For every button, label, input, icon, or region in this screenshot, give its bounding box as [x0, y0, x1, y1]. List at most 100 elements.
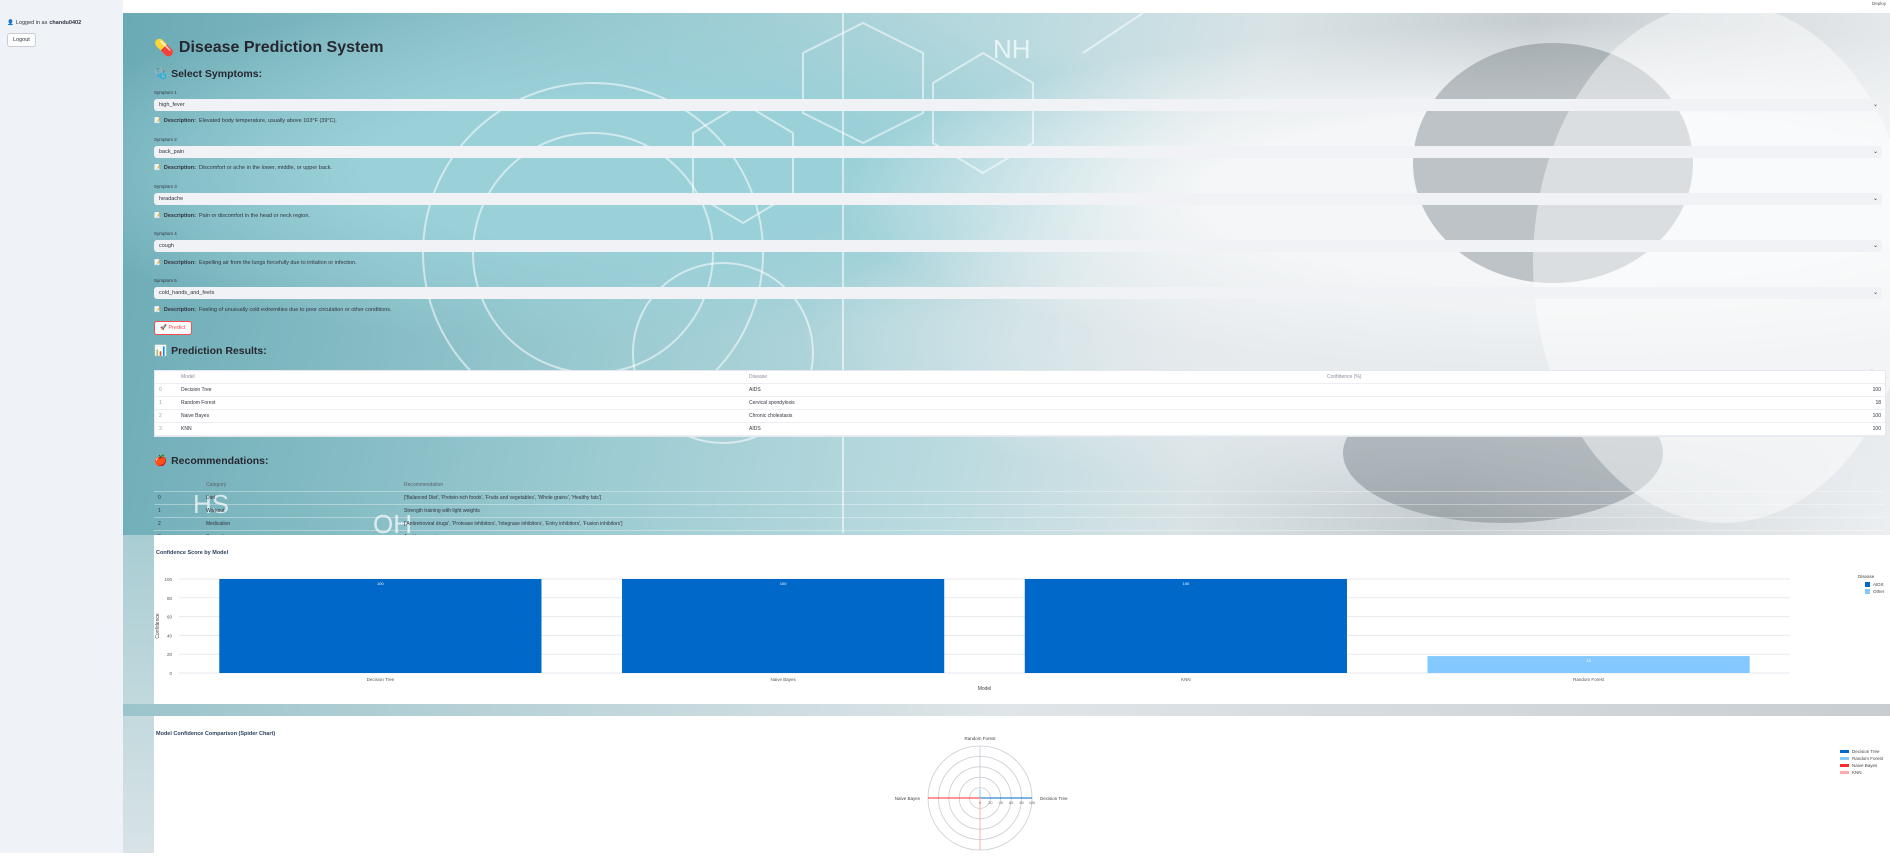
recommendations-heading-text: Recommendations:	[171, 454, 269, 467]
y-axis-label: Confidence	[155, 613, 161, 639]
results-table: Model Disease Confidence (%) 0 Decision …	[154, 370, 1886, 437]
x-tick-label: Decision Tree	[367, 677, 395, 682]
table-row[interactable]: 1 Random Forest Cervical spondylosis 18	[155, 396, 1885, 410]
spider-chart-title: Model Confidence Comparison (Spider Char…	[156, 731, 276, 737]
description-label: Description:	[163, 165, 196, 171]
bar-data-label: 100	[780, 581, 787, 586]
login-status: 👤 Logged in as chandu0402	[7, 20, 116, 26]
memo-icon: 📝	[154, 213, 161, 219]
symptom-4-select[interactable]: cough ⌄	[154, 240, 1882, 252]
symptom-5-description: 📝 Description: Feeling of unusually cold…	[154, 307, 392, 313]
table-row[interactable]: 2 Naive Bayes Chronic cholestasis 100	[155, 409, 1885, 423]
page-title: 💊 Disease Prediction System	[154, 38, 383, 58]
user-icon: 👤	[7, 20, 14, 26]
bar-chart-panel: Confidence Score by Model 0 20 40 60 80 100 Co…	[154, 535, 1890, 704]
spider-chart[interactable]: Random Forest Decision Tree KNN Naive Bayes…	[154, 716, 1890, 858]
cell-confidence: 100	[1323, 409, 1885, 423]
legend-swatch	[1840, 757, 1849, 760]
cell-disease: AIDS	[745, 422, 1323, 436]
predict-button[interactable]: 🚀 Predict	[154, 321, 192, 335]
bar-chart-title: Confidence Score by Model	[156, 550, 229, 556]
login-prefix: Logged in as	[15, 20, 48, 26]
column-header-confidence[interactable]: Confidence (%)	[1323, 371, 1885, 384]
radial-tick-label: 40	[999, 801, 1003, 805]
description-text: Expelling air from the lungs forcefully …	[198, 260, 357, 266]
page-title-text: Disease Prediction System	[178, 39, 384, 56]
symptom-5-select[interactable]: cold_hands_and_feets ⌄	[154, 287, 1882, 299]
row-index: 0	[155, 383, 177, 397]
column-header-recommendation: Recommendation	[400, 479, 1884, 492]
cell-recommendation: ['Balanced Diet', 'Protein-rich foods', …	[400, 491, 1884, 505]
symptom-1-label: Symptom 1	[154, 90, 177, 95]
results-heading: 📊 Prediction Results:	[154, 344, 267, 358]
legend-swatch	[1840, 764, 1849, 767]
axis-label: Decision Tree	[1040, 796, 1068, 801]
top-bar: Deploy	[123, 0, 1890, 13]
symptom-4-label: Symptom 4	[154, 231, 177, 236]
description-label: Description:	[163, 307, 196, 313]
cell-category: Diet	[202, 491, 400, 505]
symptom-1-select[interactable]: high_fever ⌄	[154, 99, 1882, 111]
cell-model: Decision Tree	[177, 383, 745, 397]
cell-confidence: 100	[1323, 383, 1885, 397]
cell-model: Naive Bayes	[177, 409, 745, 423]
column-header-disease[interactable]: Disease	[745, 371, 1323, 384]
y-tick-label: 60	[167, 615, 173, 620]
symptom-3-select[interactable]: headache ⌄	[154, 193, 1882, 205]
symptom-1-description: 📝 Description: Elevated body temperature…	[154, 118, 337, 124]
radial-tick-label: 60	[1009, 801, 1013, 805]
symptom-4-value: cough	[159, 243, 174, 249]
table-header-row: Model Disease Confidence (%)	[155, 371, 1885, 384]
table-row[interactable]: 3 KNN AIDS 100	[155, 422, 1885, 436]
memo-icon: 📝	[154, 165, 161, 171]
memo-icon: 📝	[154, 118, 161, 124]
index-header	[155, 371, 177, 384]
y-tick-label: 100	[164, 577, 172, 582]
chevron-down-icon: ⌄	[1872, 290, 1878, 296]
logout-button[interactable]: Logout	[7, 33, 36, 47]
background-image: NH HS OH	[123, 13, 1890, 535]
sidebar: 👤 Logged in as chandu0402 Logout	[0, 0, 123, 853]
cell-confidence: 18	[1323, 396, 1885, 410]
cell-model: Random Forest	[177, 396, 745, 410]
symptom-1-value: high_fever	[159, 102, 185, 108]
symptom-2-select[interactable]: back_pain ⌄	[154, 146, 1882, 158]
x-tick-label: Random Forest	[1573, 677, 1605, 682]
svg-text:NH: NH	[993, 34, 1031, 64]
radial-tick-label: 20	[988, 801, 992, 805]
symptoms-heading: 🩺 Select Symptoms:	[154, 67, 263, 81]
symptoms-heading-text: Select Symptoms:	[171, 67, 263, 80]
row-index: 2	[154, 517, 202, 531]
cell-disease: Chronic cholestasis	[745, 409, 1323, 423]
background-strip	[123, 535, 154, 853]
legend-swatch	[1865, 582, 1870, 587]
x-axis-label: Model	[978, 686, 992, 692]
apple-icon: 🍎	[154, 455, 168, 467]
chevron-down-icon: ⌄	[1872, 149, 1878, 155]
symptom-5-label: Symptom 5	[154, 278, 177, 283]
legend-label: KNN	[1852, 770, 1862, 775]
row-index: 2	[155, 409, 177, 423]
column-header-model[interactable]: Model	[177, 371, 745, 384]
rocket-icon: 🚀	[160, 325, 167, 331]
description-text: Feeling of unusually cold extremities du…	[198, 307, 392, 313]
symptom-4-description: 📝 Description: Expelling air from the lu…	[154, 260, 357, 266]
description-label: Description:	[163, 213, 196, 219]
bar-chart[interactable]: 0 20 40 60 80 100 Confidence 100 Decision Tree 10…	[154, 535, 1890, 704]
table-row[interactable]: 0 Decision Tree AIDS 100	[155, 383, 1885, 397]
table-header-row: Category Recommendation	[154, 479, 1884, 492]
deploy-button[interactable]: Deploy	[1872, 1, 1886, 6]
bar-data-label: 100	[377, 581, 384, 586]
chart-icon: 📊	[154, 345, 168, 357]
legend-label: Other	[1873, 589, 1885, 594]
memo-icon: 📝	[154, 307, 161, 313]
background-strip	[123, 704, 1890, 716]
cell-category: Medication	[202, 517, 400, 531]
table-row: 2 Medication ['Antiretroviral drugs', 'P…	[154, 517, 1884, 531]
symptom-2-label: Symptom 2	[154, 137, 177, 142]
chevron-down-icon: ⌄	[1872, 243, 1878, 249]
cell-disease: AIDS	[745, 383, 1323, 397]
symptom-3-value: headache	[159, 196, 184, 202]
cell-category: Workout	[202, 504, 400, 518]
cell-model: KNN	[177, 422, 745, 436]
